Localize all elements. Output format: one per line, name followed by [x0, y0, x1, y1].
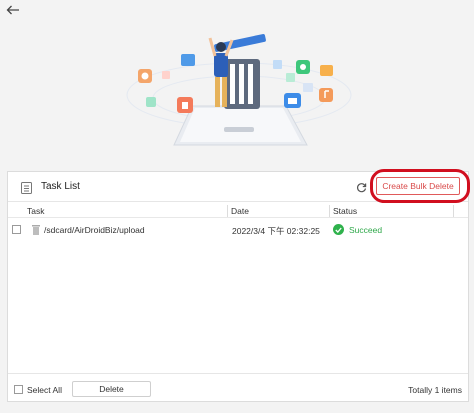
column-header-date[interactable]: Date: [231, 206, 249, 216]
select-all-label[interactable]: Select All: [27, 385, 62, 395]
task-date: 2022/3/4 下午 02:32:25: [232, 226, 320, 236]
column-divider[interactable]: [453, 205, 454, 217]
status-badge: Succeed: [349, 225, 383, 235]
list-icon: [21, 182, 32, 194]
column-header-status[interactable]: Status: [333, 206, 357, 216]
row-checkbox[interactable]: [12, 225, 21, 234]
table-row[interactable]: /sdcard/AirDroidBiz/upload 2022/3/4 下午 0…: [8, 219, 468, 241]
create-bulk-delete-button[interactable]: Create Bulk Delete: [376, 177, 460, 195]
refresh-icon[interactable]: [354, 180, 368, 194]
table-header: Task Date Status: [8, 204, 468, 218]
delete-button[interactable]: Delete: [72, 381, 151, 397]
bulk-delete-illustration: [126, 34, 352, 146]
top-bar: [0, 0, 474, 20]
task-path: /sdcard/AirDroidBiz/upload: [44, 225, 145, 235]
panel-header: Task List Create Bulk Delete: [8, 169, 470, 203]
hero-illustration: [2, 20, 472, 168]
task-list-panel: Task List Create Bulk Delete Task Date S…: [7, 169, 470, 402]
select-all-checkbox[interactable]: [14, 385, 23, 394]
column-header-task[interactable]: Task: [27, 206, 44, 216]
back-arrow-icon[interactable]: [4, 2, 22, 18]
panel-footer: Select All Delete Totally 1 items: [8, 373, 468, 402]
panel-title: Task List: [41, 181, 80, 192]
trash-file-icon: [32, 224, 40, 235]
column-divider[interactable]: [329, 205, 330, 217]
check-circle-icon: [333, 224, 344, 235]
column-divider[interactable]: [227, 205, 228, 217]
total-count: Totally 1 items: [408, 385, 462, 395]
